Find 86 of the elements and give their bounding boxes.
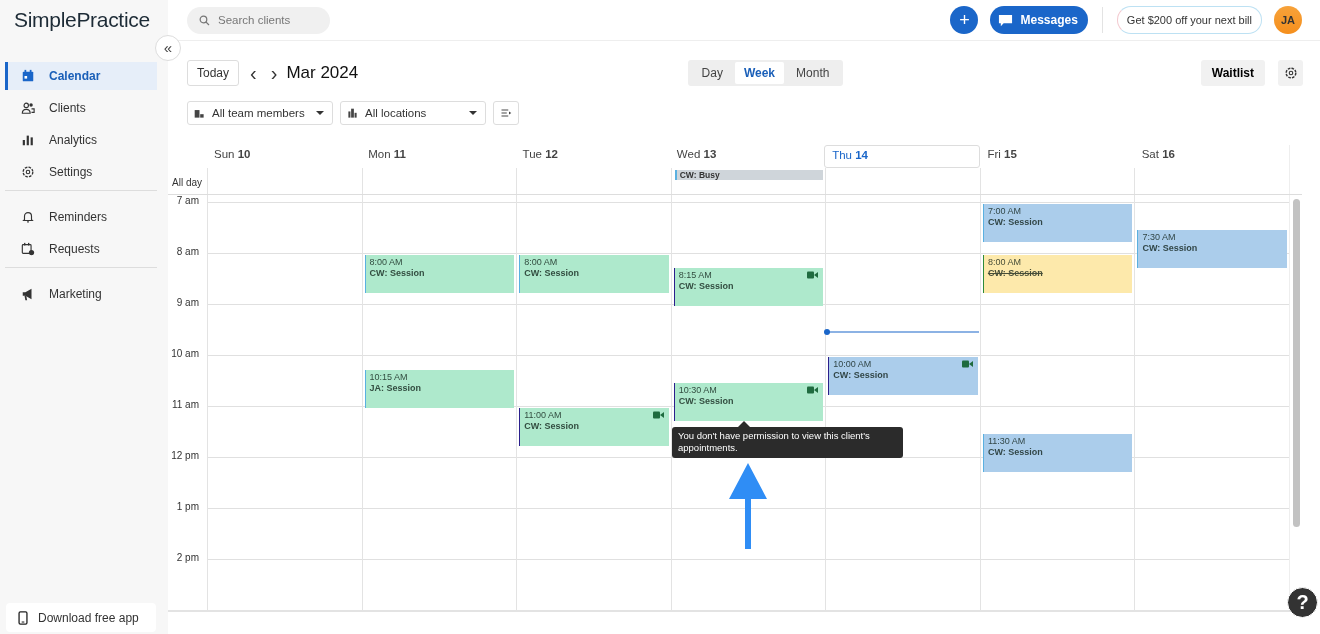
appointment-block[interactable]: 10:30 AM CW: Session	[673, 382, 824, 421]
location-filter-dropdown[interactable]: All locations	[340, 101, 486, 125]
previous-button[interactable]: ‹	[243, 63, 264, 83]
video-camera-icon	[807, 385, 819, 394]
video-camera-icon	[652, 411, 664, 419]
hour-label: 12 pm	[171, 450, 199, 461]
sidebar-item-label: Calendar	[49, 69, 101, 83]
day-header: Wed 13	[675, 147, 718, 162]
messages-button[interactable]: Messages	[990, 6, 1088, 34]
day-header: Thu 14	[824, 145, 981, 168]
month-title: Mar 2024	[286, 63, 359, 83]
day-header: Sat 16	[1140, 147, 1176, 162]
calendar-icon	[21, 69, 35, 83]
building-icon	[347, 107, 358, 119]
download-app-button[interactable]: Download free app	[6, 603, 156, 632]
hour-label: 2 pm	[176, 552, 199, 563]
permission-tooltip: You don't have permission to view this client's appointments.	[672, 421, 903, 458]
all-day-event[interactable]: CW: Busy	[674, 170, 824, 180]
collapse-sidebar-button[interactable]: «	[155, 35, 181, 61]
hour-label: 11 am	[171, 399, 199, 410]
clients-icon	[21, 101, 35, 115]
appointment-block[interactable]: 11:30 AM CW: Session	[982, 433, 1133, 472]
settings-icon	[1283, 66, 1298, 80]
sidebar-item[interactable]: Reminders	[5, 203, 157, 231]
sidebar-item[interactable]: Analytics	[5, 126, 157, 154]
filter-options-button[interactable]	[493, 101, 519, 125]
sidebar-item-label: Reminders	[49, 210, 108, 224]
settings-icon	[21, 165, 35, 179]
phone-icon	[16, 610, 30, 625]
scrollbar-thumb[interactable]	[1293, 199, 1301, 527]
hour-label: 10 am	[171, 348, 199, 359]
help-button[interactable]: ?	[1287, 587, 1318, 618]
video-camera-icon	[807, 270, 819, 279]
hour-label: 8 am	[176, 246, 199, 257]
settings-button[interactable]	[1278, 60, 1303, 86]
appointment-block[interactable]: 11:00 AM CW: Session	[519, 408, 669, 446]
sidebar-item-label: Marketing	[49, 287, 102, 301]
caret-icon	[316, 111, 324, 115]
day-header: Sun 10	[213, 147, 252, 162]
hour-label: 1 pm	[176, 501, 199, 512]
day-header: Fri 15	[986, 147, 1018, 162]
promo-button[interactable]: Get $200 off your next bill	[1116, 6, 1262, 34]
appointment-block[interactable]: 10:00 AM CW: Session	[828, 357, 978, 395]
search-field[interactable]: Search clients	[187, 6, 330, 34]
add-button[interactable]: +	[950, 6, 979, 34]
sidebar-item[interactable]: Clients	[5, 94, 157, 122]
requests-icon	[21, 242, 35, 256]
sidebar-item[interactable]: Settings	[5, 158, 157, 186]
team-filter-dropdown[interactable]: All team members	[187, 101, 333, 125]
user-avatar[interactable]: JA	[1274, 6, 1302, 34]
video-camera-icon	[961, 360, 973, 368]
day-header: Mon 11	[367, 147, 408, 162]
appointment-block[interactable]: 8:15 AM CW: Session	[673, 267, 824, 306]
next-button[interactable]: ›	[263, 63, 285, 83]
sidebar-item-label: Analytics	[49, 133, 98, 147]
megaphone-icon	[21, 287, 35, 301]
sidebar-item[interactable]: Marketing	[5, 280, 157, 308]
sidebar-item[interactable]: Requests	[5, 235, 157, 263]
search-icon	[199, 14, 210, 26]
hour-label: 9 am	[176, 297, 199, 308]
sidebar-item-label: Settings	[49, 165, 93, 179]
hour-label: 7 am	[176, 195, 199, 206]
appointment-block[interactable]: 7:30 AM CW: Session	[1137, 229, 1288, 268]
bell-icon	[21, 210, 35, 224]
appointment-block[interactable]: 8:00 AM CW: Session	[519, 255, 669, 293]
appointment-block[interactable]: 7:00 AM CW: Session	[982, 204, 1133, 242]
sidebar-item[interactable]: Calendar	[5, 62, 157, 90]
analytics-icon	[21, 133, 35, 147]
sidebar-item-label: Requests	[49, 242, 100, 256]
up-arrow-icon	[729, 463, 767, 549]
chat-bubble-icon	[998, 12, 1014, 28]
app-logo[interactable]: SimplePractice	[0, 0, 150, 40]
appointment-block[interactable]: 8:00 AM CW: Session	[364, 255, 515, 293]
appointment-block[interactable]: 8:00 AM CW: Session	[982, 255, 1133, 293]
day-header: Tue 12	[521, 147, 559, 162]
waitlist-button[interactable]: Waitlist	[1200, 60, 1265, 86]
appointment-block[interactable]: 10:15 AM JA: Session	[364, 369, 515, 408]
view-tab[interactable]: Day	[689, 62, 735, 84]
view-tab[interactable]: Month	[784, 62, 842, 84]
caret-icon	[469, 111, 477, 115]
today-button[interactable]: Today	[187, 60, 240, 86]
people-icon	[194, 107, 205, 119]
list-icon	[500, 107, 512, 119]
sidebar-item-label: Clients	[49, 101, 86, 115]
all-day-label: All day	[172, 177, 202, 188]
view-tab[interactable]: Week	[734, 62, 785, 84]
